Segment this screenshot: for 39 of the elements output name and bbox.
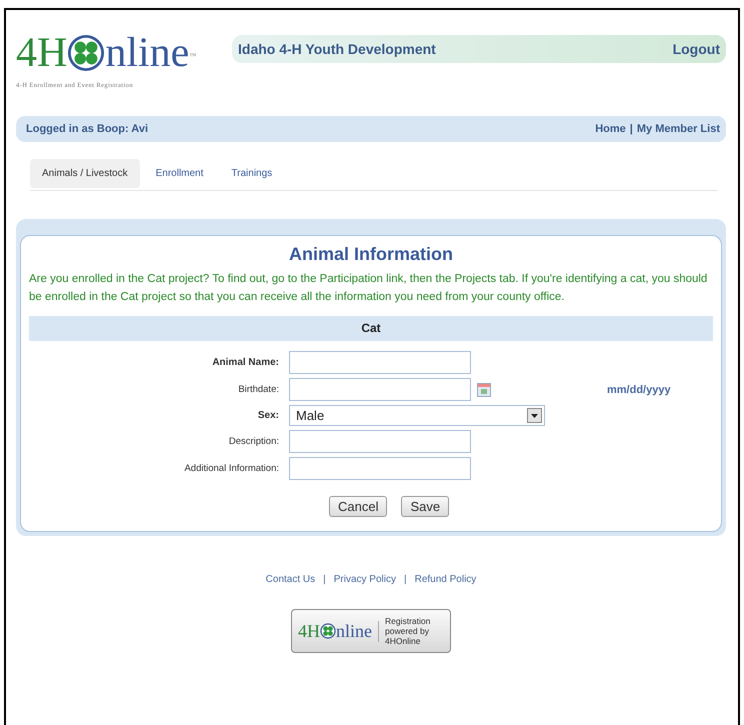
link-separator: | bbox=[404, 574, 407, 585]
powered-by-badge[interactable]: 4H nline Registration powered by 4HOnline bbox=[291, 609, 451, 653]
logo-text: 4H bbox=[16, 31, 68, 75]
badge-text: Registration powered by 4HOnline bbox=[385, 616, 432, 646]
footer-link[interactable]: Contact Us bbox=[266, 574, 316, 585]
date-field[interactable] bbox=[289, 378, 471, 401]
field-label: Sex: bbox=[256, 410, 279, 421]
nav-link[interactable]: Home bbox=[595, 123, 626, 135]
logo-text: 4H bbox=[298, 620, 320, 642]
logo-text: nline bbox=[336, 620, 372, 642]
clover-icon bbox=[67, 34, 106, 72]
form-button[interactable]: Cancel bbox=[329, 496, 388, 517]
footer-link[interactable]: Refund Policy bbox=[414, 574, 476, 585]
link-separator: | bbox=[323, 574, 326, 585]
field-label: Animal Name: bbox=[211, 357, 279, 368]
text-field[interactable] bbox=[289, 457, 471, 480]
form-title: Animal Information bbox=[288, 244, 454, 265]
enrollment-message: Are you enrolled in the Cat project? To find out, go to the Participation link, then the Projects tab. If you're identifying a cat, you should be enrolled in the Cat project so that you can receive all the information you need from your county office. bbox=[29, 272, 708, 305]
tab[interactable]: Trainings bbox=[219, 158, 284, 188]
link-separator: | bbox=[630, 123, 633, 135]
logout-link[interactable]: Logout bbox=[672, 41, 720, 57]
tab[interactable]: Enrollment bbox=[144, 158, 216, 188]
form-button[interactable]: Save bbox=[401, 496, 450, 517]
login-status: Logged in as Boop: Avi bbox=[26, 123, 148, 135]
clover-icon bbox=[320, 623, 336, 639]
footer-link[interactable]: Privacy Policy bbox=[334, 574, 396, 585]
field-label: Birthdate: bbox=[237, 384, 279, 395]
calendar-icon[interactable] bbox=[477, 382, 491, 396]
site-title: Idaho 4-H Youth Development bbox=[238, 41, 436, 57]
text-field[interactable] bbox=[289, 430, 471, 453]
nav-link[interactable]: My Member List bbox=[636, 123, 720, 135]
section-header: Cat bbox=[29, 316, 713, 341]
tab[interactable]: Animals / Livestock bbox=[30, 158, 140, 188]
sex-dropdown[interactable]: Male bbox=[289, 405, 545, 426]
logo-text: nline bbox=[105, 31, 190, 75]
field-label: Additional Information: bbox=[183, 463, 279, 474]
field-label: Description: bbox=[228, 436, 279, 447]
text-field[interactable] bbox=[289, 351, 471, 374]
date-format-hint: mm/dd/yyyy bbox=[607, 384, 671, 396]
